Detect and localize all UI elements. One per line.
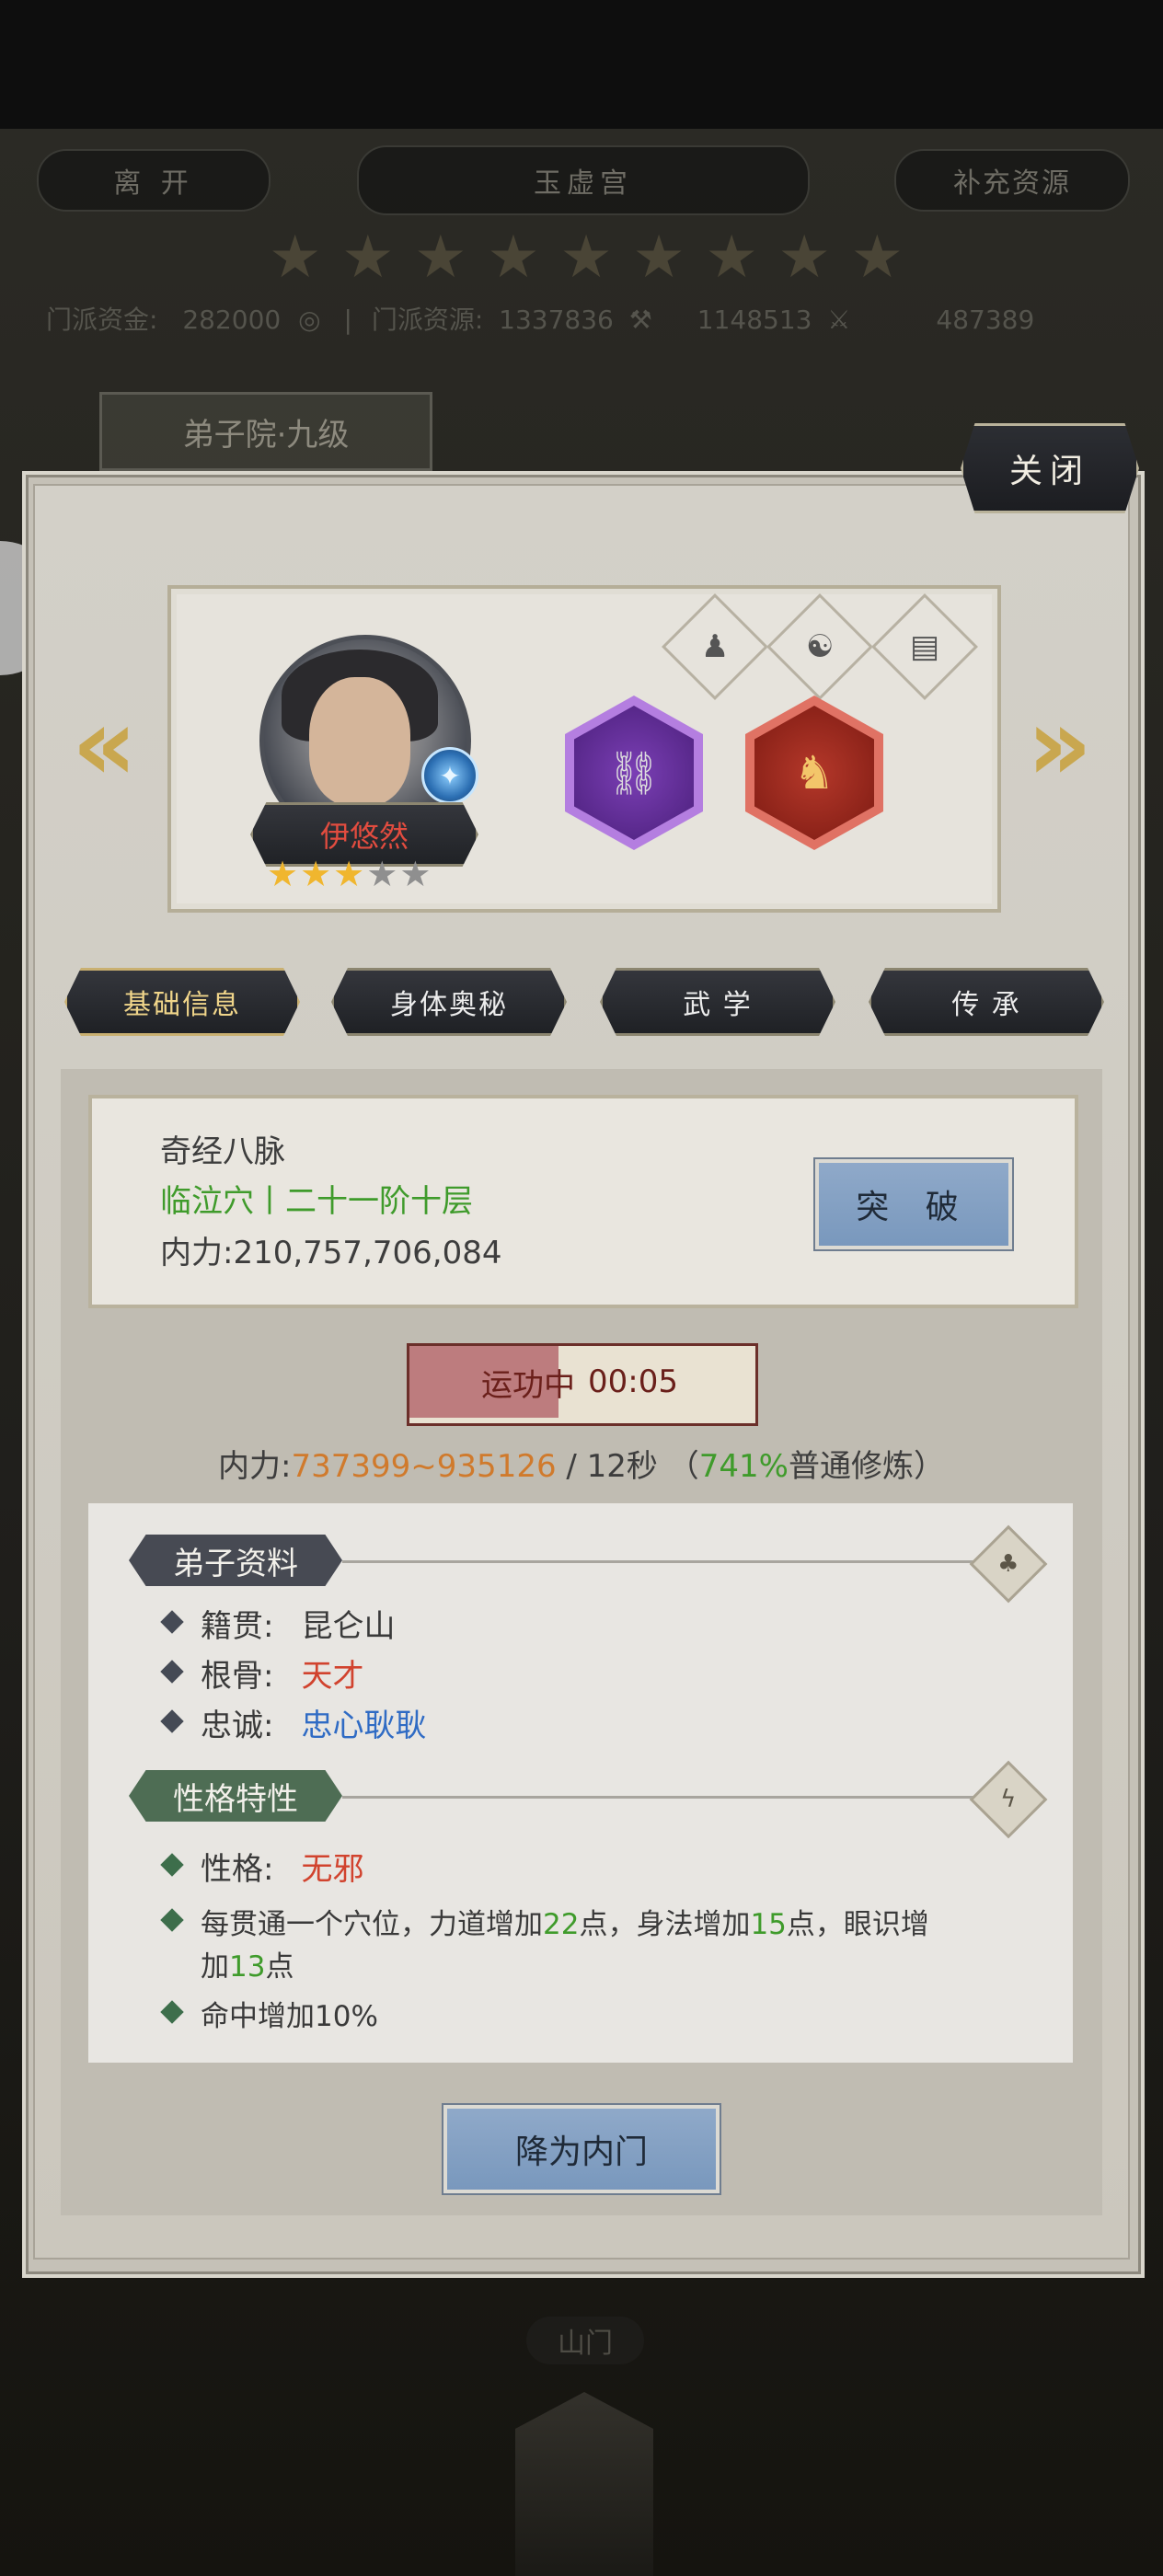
close-button[interactable]: 关闭 [961,423,1139,513]
cultivation-status: 运功中 00:05 [407,1343,753,1420]
star-icon: ★ [632,224,685,292]
material2-value: 487389 [936,305,1035,335]
star-filled-icon: ★ [333,854,367,894]
rate-label: 内力: [218,1448,292,1485]
coin-icon: ◎ [298,305,321,335]
sect-name-title: 玉虚宫 [357,145,810,215]
aptitude-row: 根骨: 天才 [201,1650,363,1696]
aptitude-value: 天才 [301,1658,364,1695]
rate-mode: 普通修炼） [788,1448,945,1485]
resources-value: 1337836 [499,305,614,335]
star-icon: ★ [269,224,322,292]
character-star-rating: ★★★★★ [267,854,460,894]
horse-icon: ♞ [754,706,874,840]
star-filled-icon: ★ [300,854,334,894]
gauntlet-icon: ⛓ [574,706,694,840]
meridian-stage: 临泣穴丨二十一阶十层 [160,1183,473,1220]
resources-label: 门派资源: [371,305,484,335]
inner-power-row: 内力:210,757,706,084 [160,1227,501,1272]
aptitude-label: 根骨: [201,1658,274,1695]
star-icon: ★ [777,224,831,292]
trait-text: 点，眼识增 [786,1908,929,1941]
sword-icon: ⚔ [827,305,851,335]
profile-section-title: 弟子资料 [129,1535,342,1586]
material-value: 1148513 [697,305,812,335]
prev-character-arrow-icon[interactable]: « [72,694,137,795]
loyalty-value: 忠心耿耿 [301,1708,427,1744]
breakthrough-button[interactable]: 突 破 [815,1159,1012,1249]
next-character-arrow-icon[interactable]: » [1027,694,1092,795]
funds-value: 282000 [182,305,282,335]
inner-power-value: 210,757,706,084 [233,1235,502,1271]
rate-percent: 741% [698,1448,789,1485]
resources-bar: 门派资金: 282000 ◎ | 门派资源: 1337836 ⚒ 1148513… [46,300,1132,342]
avatar-face [309,677,410,806]
star-icon: ★ [850,224,904,292]
loyalty-row: 忠诚: 忠心耿耿 [201,1700,426,1745]
replenish-resources-button[interactable]: 补充资源 [894,149,1130,212]
running-status: 运功中 [481,1366,575,1404]
trait-agility-value: 15 [750,1908,787,1941]
status-bar-area [0,0,1163,129]
running-timer: 00:05 [588,1363,678,1400]
trait-text: 点 [265,1950,294,1984]
personality-label: 性格: [201,1851,274,1888]
personality-value: 无邪 [301,1851,364,1888]
trait-text: 点，身法增加 [579,1908,751,1941]
star-icon: ★ [414,224,467,292]
trait-text: 加 [201,1950,229,1984]
trait-meridian-bonus-cont: 加13点 [201,1943,294,1984]
element-orb-icon: ✦ [421,747,478,804]
star-icon: ★ [341,224,395,292]
funds-label: 门派资金: [46,305,158,335]
section-divider [342,1796,973,1799]
trait-text: 每贯通一个穴位，力道增加 [201,1908,543,1941]
tab-body-secrets[interactable]: 身体奥秘 [331,968,567,1036]
gate-building[interactable] [515,2392,653,2576]
star-filled-icon: ★ [267,854,301,894]
star-icon: ★ [487,224,540,292]
sect-star-rating: ★ ★ ★ ★ ★ ★ ★ ★ ★ [269,228,904,291]
rate-period: / 12秒 [566,1448,658,1485]
origin-label: 籍贯: [201,1608,274,1645]
tab-inheritance[interactable]: 传 承 [869,968,1104,1036]
hammer-icon: ⚒ [628,305,652,335]
section-divider [342,1560,973,1563]
inner-power-label: 内力: [160,1235,234,1271]
star-empty-icon: ★ [366,854,400,894]
tab-basic-info[interactable]: 基础信息 [64,968,300,1036]
star-icon: ★ [559,224,613,292]
trait-perception-value: 13 [229,1950,266,1984]
rate-range: 737399~935126 [291,1448,557,1485]
loyalty-label: 忠诚: [201,1708,274,1744]
trait-strength-value: 22 [543,1908,580,1941]
traits-section-title: 性格特性 [129,1770,342,1822]
leave-button[interactable]: 离 开 [37,149,271,212]
gate-label: 山门 [526,2317,644,2364]
origin-value: 昆仑山 [301,1608,396,1645]
meridian-title: 奇经八脉 [160,1133,285,1170]
personality-row: 性格: 无邪 [201,1844,363,1889]
trait-hit-bonus: 命中增加10% [201,2000,378,2033]
tab-martial-arts[interactable]: 武 学 [600,968,835,1036]
rate-open-paren: （ [667,1448,699,1485]
divider: | [343,305,352,335]
hall-level-label: 弟子院·九级 [99,392,432,471]
trait-meridian-bonus: 每贯通一个穴位，力道增加22点，身法增加15点，眼识增 [201,1901,929,1942]
cultivation-rate: 内力:737399~935126 / 12秒 （741%普通修炼） [61,1441,1102,1489]
demote-button[interactable]: 降为内门 [443,2105,720,2193]
origin-row: 籍贯: 昆仑山 [201,1601,395,1646]
star-icon: ★ [705,224,758,292]
star-empty-icon: ★ [399,854,433,894]
